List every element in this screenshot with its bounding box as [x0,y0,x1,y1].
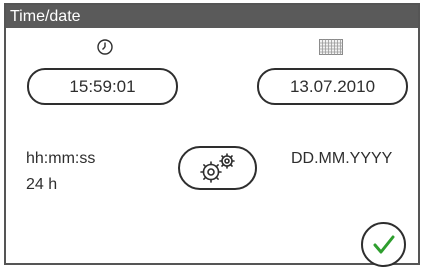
time-mode-label: 24 h [26,176,58,193]
time-field[interactable]: 15:59:01 [27,68,178,105]
time-value: 15:59:01 [69,76,136,96]
calendar-icon [319,39,343,60]
time-format-label: hh:mm:ss [26,150,96,167]
date-field[interactable]: 13.07.2010 [257,68,408,105]
clock-icon [96,38,114,61]
gears-icon [194,152,242,189]
time-date-window: Time/date 15:59:01 13.07.2010 hh:mm:ss 2… [4,3,420,267]
date-format-label: DD.MM.YYYY [291,150,393,167]
window-title: Time/date [6,5,418,28]
confirm-button[interactable] [361,222,406,267]
settings-button[interactable] [178,146,257,190]
date-value: 13.07.2010 [289,76,376,96]
checkmark-icon [372,234,396,261]
